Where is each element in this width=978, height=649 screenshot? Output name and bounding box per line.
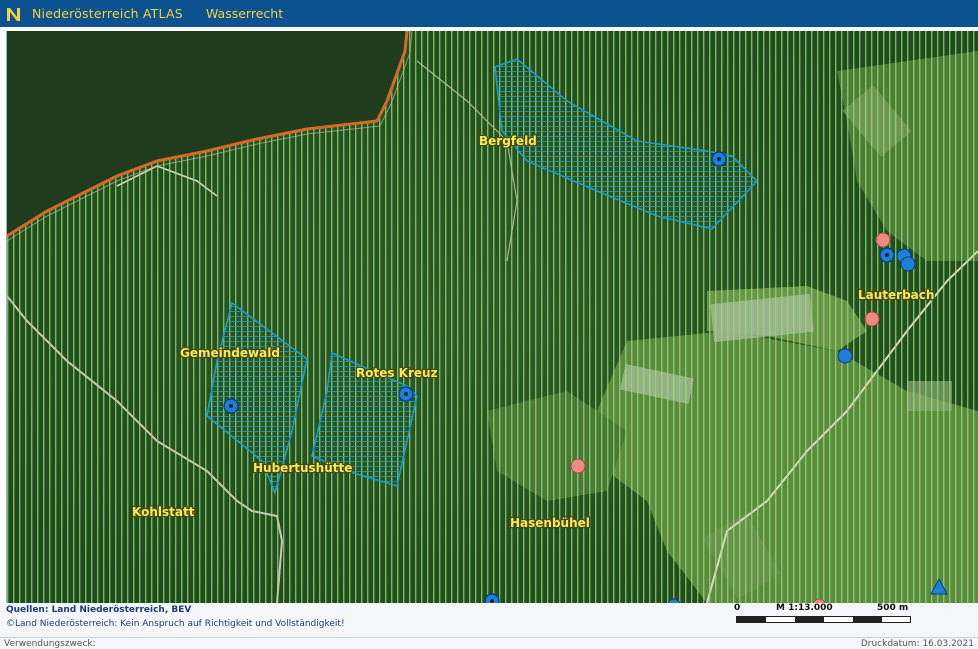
place-label-hubertushuette: Hubertushütte (253, 461, 352, 475)
place-label-gemeindewald: Gemeindewald (180, 346, 280, 360)
water-point-marker[interactable] (900, 256, 916, 272)
well-marker[interactable] (484, 593, 500, 603)
scale-bar: 0 M 1:13.000 500 m (734, 603, 914, 625)
scale-bar-graphic (736, 616, 911, 623)
well-marker[interactable] (879, 247, 895, 263)
sources-text: Quellen: Land Niederösterreich, BEV (6, 605, 192, 615)
place-label-hasenbuehel: Hasenbühel (510, 516, 590, 530)
well-marker[interactable] (398, 386, 414, 402)
disclaimer-text: ©Land Niederösterreich: Kein Anspruch au… (6, 619, 345, 629)
water-point-marker[interactable] (837, 348, 853, 364)
purpose-label: Verwendungszweck: (4, 639, 96, 649)
map-view[interactable]: Bergfeld Lauterbach Gemeindewald Rotes K… (6, 31, 978, 603)
place-label-kohlstatt: Kohlstatt (132, 505, 195, 519)
divider (0, 637, 978, 638)
noe-logo-icon (4, 4, 24, 24)
place-label-lauterbach: Lauterbach (858, 288, 934, 302)
spring-marker[interactable] (570, 458, 586, 474)
map-topic-title: Wasserrecht (206, 6, 284, 21)
scale-start: 0 (734, 603, 741, 613)
title-bar: Niederösterreich ATLAS Wasserrecht (0, 0, 978, 27)
map-footer: Quellen: Land Niederösterreich, BEV ©Lan… (0, 603, 978, 649)
scale-end: 500 m (877, 603, 909, 613)
print-date: Druckdatum: 16.03.2021 (860, 639, 974, 649)
scale-ratio: M 1:13.000 (776, 603, 833, 613)
well-marker[interactable] (711, 151, 727, 167)
place-label-bergfeld: Bergfeld (479, 134, 537, 148)
well-marker[interactable] (223, 398, 239, 414)
app-title: Niederösterreich ATLAS (32, 6, 183, 21)
spring-marker[interactable] (864, 311, 880, 327)
spring-marker[interactable] (875, 232, 891, 248)
place-label-rotes-kreuz: Rotes Kreuz (356, 366, 438, 380)
